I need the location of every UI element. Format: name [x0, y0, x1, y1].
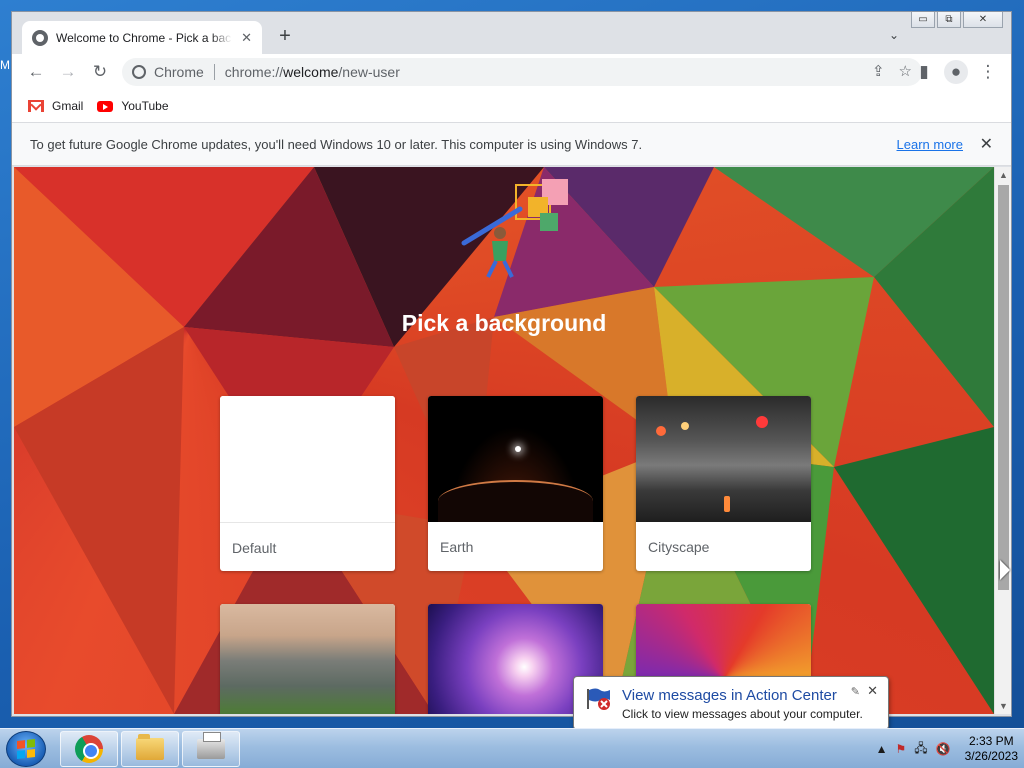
bookmark-label: Gmail [52, 99, 84, 113]
clock[interactable]: 2:33 PM 3/26/2023 [965, 734, 1018, 764]
background-card-default[interactable]: Default [220, 396, 395, 571]
learn-more-link[interactable]: Learn more [897, 137, 963, 152]
update-infobar: To get future Google Chrome updates, you… [12, 122, 1011, 166]
show-hidden-icons[interactable]: ▲ [876, 742, 888, 756]
scroll-up-icon[interactable]: ▲ [999, 170, 1008, 180]
omnibox-url[interactable]: chrome://welcome/new-user [225, 64, 400, 80]
background-label: Earth [440, 539, 474, 555]
printer-icon [197, 732, 225, 759]
folder-icon [136, 734, 164, 760]
system-tray: ▲ ⚑ 🖧 🔇 2:33 PM 3/26/2023 [876, 729, 1018, 768]
clock-date: 3/26/2023 [964, 749, 1018, 763]
share-icon[interactable]: ⇪ [872, 62, 885, 80]
url-path: /new-user [338, 64, 400, 80]
toolbar: ← → ↻ Chrome chrome://welcome/new-user ⇪… [12, 54, 1011, 90]
action-center-flag-icon [587, 688, 610, 710]
infobar-message: To get future Google Chrome updates, you… [30, 136, 643, 152]
background-card-coast[interactable] [220, 604, 395, 714]
taskbar-chrome[interactable] [60, 731, 118, 767]
background-card-earth[interactable]: Earth [428, 396, 603, 571]
maximize-button[interactable]: ⧉ [937, 12, 961, 28]
scrollbar-thumb[interactable] [998, 185, 1009, 590]
menu-button[interactable]: ⋮ [976, 60, 1000, 84]
infobar-close-icon[interactable]: ✕ [980, 134, 993, 154]
background-card-cityscape[interactable]: Cityscape [636, 396, 811, 571]
background-thumbnail [220, 396, 395, 522]
omnibox-separator [213, 64, 215, 80]
url-host: welcome [283, 64, 339, 80]
omnibox[interactable]: Chrome chrome://welcome/new-user ⇪ ☆ [122, 58, 922, 86]
notification-pin-icon[interactable]: ✎ [851, 685, 860, 698]
chrome-icon [75, 735, 103, 763]
clock-time: 2:33 PM [968, 734, 1014, 748]
desktop-icon-label: M [0, 58, 10, 72]
background-thumbnail [428, 396, 603, 522]
taskbar: ▲ ⚑ 🖧 🔇 2:33 PM 3/26/2023 [0, 728, 1024, 768]
chrome-favicon-icon [32, 29, 48, 46]
reload-button[interactable]: ↻ [88, 60, 112, 84]
chrome-site-icon [132, 65, 146, 79]
omnibox-chip: Chrome [154, 64, 204, 80]
network-icon[interactable]: 🖧 [914, 739, 927, 760]
action-center-icon[interactable]: ⚑ [896, 742, 907, 756]
welcome-illustration [461, 179, 568, 278]
notification-text: Click to view messages about your comput… [622, 707, 863, 721]
taskbar-printer[interactable] [182, 731, 240, 767]
chrome-window: Welcome to Chrome - Pick a background ✕ … [11, 11, 1012, 717]
youtube-icon [97, 100, 114, 112]
page-heading: Pick a background [401, 310, 607, 336]
back-button[interactable]: ← [24, 60, 48, 84]
start-button[interactable] [6, 731, 46, 767]
action-center-notification[interactable]: View messages in Action Center Click to … [573, 676, 889, 730]
mouse-cursor-icon [1000, 560, 1010, 580]
tab-strip: Welcome to Chrome - Pick a background ✕ … [12, 12, 1011, 54]
volume-muted-icon[interactable]: 🔇 [936, 742, 951, 756]
notification-title: View messages in Action Center [622, 687, 837, 704]
profile-avatar[interactable]: ● [944, 60, 968, 84]
welcome-page: Pick a background Default Earth Cityscap… [14, 167, 994, 714]
tab-close-icon[interactable]: ✕ [241, 30, 252, 46]
scroll-down-icon[interactable]: ▼ [999, 701, 1008, 711]
minimize-button[interactable]: ▭ [911, 12, 935, 28]
url-prefix: chrome:// [224, 64, 284, 80]
tab-welcome[interactable]: Welcome to Chrome - Pick a background ✕ [22, 21, 262, 54]
tab-search-button[interactable]: ⌄ [889, 28, 899, 42]
taskbar-explorer[interactable] [121, 731, 179, 767]
background-label: Default [232, 540, 277, 556]
tab-title: Welcome to Chrome - Pick a background [56, 30, 232, 45]
bookmark-youtube[interactable]: YouTube [97, 99, 169, 113]
gmail-icon [28, 100, 44, 112]
side-panel-button[interactable]: ▮ [912, 60, 936, 84]
windows-logo-icon [17, 739, 35, 759]
background-thumbnail [220, 604, 395, 714]
bookmarks-bar: Gmail YouTube [12, 90, 1011, 122]
background-thumbnail [636, 396, 811, 522]
close-window-button[interactable]: ✕ [963, 12, 1003, 28]
omnibox-actions: ⇪ ☆ [872, 62, 912, 80]
bookmark-label: YouTube [121, 99, 169, 113]
forward-button[interactable]: → [56, 60, 80, 84]
background-label: Cityscape [648, 539, 710, 555]
notification-close-icon[interactable]: ✕ [867, 683, 878, 699]
bookmark-gmail[interactable]: Gmail [28, 99, 83, 113]
new-tab-button[interactable]: + [274, 26, 296, 48]
bookmark-star-icon[interactable]: ☆ [899, 62, 912, 80]
window-controls: ▭ ⧉ ✕ [911, 12, 1003, 28]
vertical-scrollbar[interactable]: ▲ ▼ [994, 167, 1011, 714]
